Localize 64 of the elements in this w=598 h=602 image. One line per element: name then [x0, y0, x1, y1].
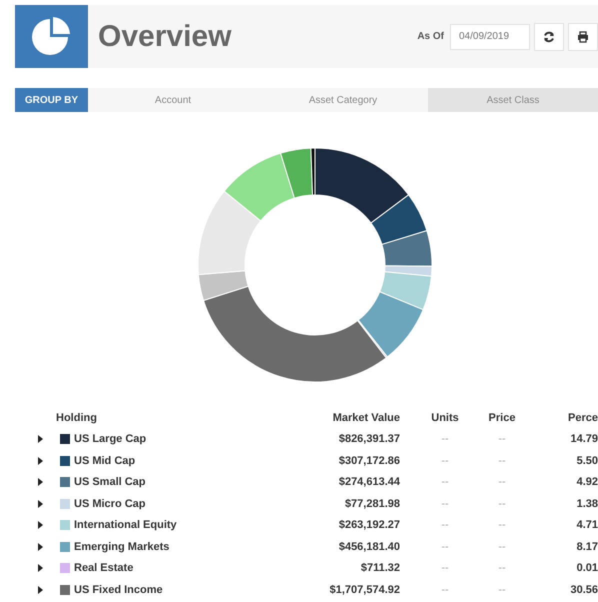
table-cell-text: 1.38	[576, 496, 598, 512]
holding-name: US Large Cap	[74, 433, 146, 446]
table-cell-text: $77,281.98	[344, 496, 400, 512]
column-header: Holding	[56, 410, 98, 426]
column-header: Perce	[567, 410, 598, 426]
group-by-tab[interactable]: Asset Category	[258, 88, 428, 112]
table-cell-text: --	[440, 432, 450, 448]
expand-toggle[interactable]	[36, 542, 44, 551]
table-cell-text: $456,181.40	[338, 540, 400, 555]
table-cell-text: --	[497, 561, 507, 576]
refresh-icon	[543, 30, 555, 42]
expand-toggle[interactable]	[36, 435, 44, 444]
table-cell-text: 4.92	[576, 475, 598, 490]
expand-toggle[interactable]	[36, 456, 44, 465]
table-cell-text: --	[497, 454, 507, 469]
expand-toggle[interactable]	[36, 478, 44, 486]
table-cell-text: --	[497, 518, 507, 534]
printer-icon	[577, 30, 589, 42]
expand-toggle[interactable]	[36, 521, 44, 530]
table-cell-text: $307,172.86	[338, 454, 400, 469]
holding-name: US Micro Cap	[74, 498, 146, 510]
table-cell-text: $274,613.44	[338, 475, 400, 490]
table-cell-text: $826,391.37	[338, 432, 400, 448]
table-cell-text: 8.17	[576, 540, 598, 555]
column-header: Units	[430, 410, 460, 426]
table-cell-text: --	[440, 454, 450, 469]
group-by-tab[interactable]: Account	[88, 88, 258, 112]
table-cell-text: --	[497, 540, 507, 555]
column-header: Price	[488, 410, 516, 426]
table-cell-text: $711.32	[360, 561, 400, 576]
table-cell-text: --	[440, 475, 450, 490]
holding-name: Emerging Markets	[74, 540, 170, 553]
table-cell-text: --	[440, 496, 450, 512]
expand-toggle[interactable]	[36, 500, 44, 508]
table-cell-text: --	[497, 475, 507, 490]
table-cell-text: 30.56	[569, 582, 598, 598]
table-cell-text: 4.71	[576, 518, 598, 534]
holding-name: US Fixed Income	[74, 584, 163, 596]
holding-name: International Equity	[74, 519, 177, 532]
table-cell-text: $263,192.27	[338, 518, 400, 534]
table-cell-text: 5.50	[576, 454, 598, 469]
expand-toggle[interactable]	[36, 586, 44, 594]
holding-name: US Mid Cap	[74, 454, 136, 467]
holding-name: Real Estate	[74, 562, 134, 574]
group-by-tab[interactable]: Asset Class	[428, 88, 598, 112]
table-cell-text: --	[497, 582, 507, 598]
holding-name: US Small Cap	[74, 476, 146, 488]
table-cell-text: --	[440, 582, 450, 598]
table-cell-text: --	[440, 518, 450, 534]
table-cell-text: --	[440, 540, 450, 555]
expand-toggle[interactable]	[36, 564, 44, 572]
date-field[interactable]: 04/09/2019	[450, 24, 530, 50]
page-title: Overview	[98, 20, 232, 54]
table-cell-text: --	[497, 496, 507, 512]
table-cell-text: --	[440, 561, 450, 576]
table-cell-text: 0.01	[576, 561, 598, 576]
refresh-button[interactable]	[534, 22, 564, 50]
table-cell-text: 14.79	[569, 432, 598, 448]
print-button[interactable]	[568, 22, 598, 50]
table-cell-text: --	[497, 432, 507, 448]
column-header: Market Value	[332, 410, 400, 426]
group-by-label: GROUP BY	[15, 88, 88, 112]
as-of-label: As Of	[417, 31, 444, 42]
table-cell-text: $1,707,574.92	[328, 582, 400, 598]
